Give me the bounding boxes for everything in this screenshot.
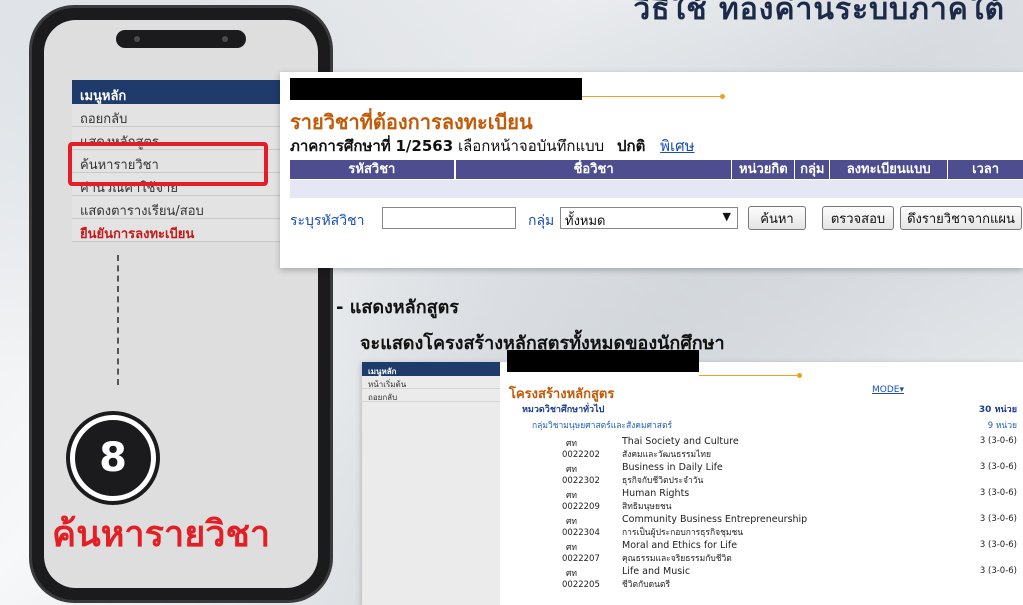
semester-line: ภาคการศึกษาที่ 1/2563 เลือกหน้าจอบันทึกแ… <box>290 134 695 158</box>
course-credit: 3 (3-0-6) <box>979 436 1017 446</box>
curriculum-menu-back[interactable]: ถอยกลับ <box>362 389 500 402</box>
course-name-th: คุณธรรมและจริยธรรมกับชีวิต <box>622 554 732 564</box>
curriculum-menu-title: เมนูหลัก <box>362 362 500 376</box>
search-button[interactable]: ค้นหา <box>748 206 806 230</box>
col-register-type: ลงทะเบียนแบบ <box>830 160 949 179</box>
menu-item-back[interactable]: ถอยกลับ <box>72 104 280 127</box>
course-name-th: ชีวิตกับดนตรี <box>622 580 671 590</box>
course-prefix: ศท <box>566 569 577 579</box>
orange-dot <box>720 94 725 99</box>
course-code: 0022202 <box>562 450 600 460</box>
group-label: กลุ่ม <box>528 213 555 229</box>
search-form: ระบุรหัสวิชา กลุ่ม ทั้งหมด ▼ ค้นหา ตรวจส… <box>290 206 1023 232</box>
registration-empty-row <box>290 180 1023 198</box>
course-code: 0022304 <box>562 528 600 538</box>
semester-value: 1/2563 <box>395 137 454 155</box>
course-name-en: Thai Society and Culture <box>622 436 739 447</box>
course-code: 0022302 <box>562 476 600 486</box>
section-title: - แสดงหลักสูตร <box>336 297 459 318</box>
mode-toggle[interactable]: MODE▾ <box>872 385 904 395</box>
col-course-code: รหัสวิชา <box>290 160 455 179</box>
course-credit: 3 (3-0-6) <box>979 488 1017 498</box>
registration-panel: รายวิชาที่ต้องการลงทะเบียน ภาคการศึกษาที… <box>280 72 1023 268</box>
curriculum-title: โครงสร้างหลักสูตร <box>509 387 615 402</box>
course-code: 0022207 <box>562 554 600 564</box>
step-caption: ค้นหารายวิชา <box>52 514 271 555</box>
course-name-th: สิทธิมนุษยชน <box>622 502 672 512</box>
course-name-th: การเป็นผู้ประกอบการธุรกิจชุมชน <box>622 528 744 538</box>
sensor-icon <box>222 36 228 42</box>
course-name-en: Life and Music <box>622 566 691 577</box>
col-credits: หน่วยกิต <box>732 160 796 179</box>
redaction-bar <box>290 78 582 100</box>
menu-item-show-schedule[interactable]: แสดงตารางเรียน/สอบ <box>72 196 280 219</box>
course-credit: 3 (3-0-6) <box>979 566 1017 576</box>
course-code: 0022205 <box>562 580 600 590</box>
course-row: ศท 0022207 Moral and Ethics for Life คุณธร… <box>562 540 1017 566</box>
group-units: 9 หน่วย <box>987 421 1017 431</box>
course-row: ศท 0022304 Community Business Entrepreneu… <box>562 514 1017 540</box>
phone-menu-title: เมนูหลัก <box>72 80 280 104</box>
category-units: 30 หน่วย <box>978 405 1017 415</box>
course-code-label: ระบุรหัสวิชา <box>290 213 365 229</box>
registration-table-header: รหัสวิชา ชื่อวิชา หน่วยกิต กลุ่ม ลงทะเบี… <box>290 160 1023 179</box>
course-name-th: สังคมและวัฒนธรรมไทย <box>622 450 711 460</box>
course-credit: 3 (3-0-6) <box>979 540 1017 550</box>
course-name-en: Community Business Entrepreneurship <box>622 514 808 525</box>
curriculum-panel: เมนูหลัก หน้าเริ่มต้น ถอยกลับ โครงสร้างห… <box>362 350 1023 605</box>
course-name-th: ธุรกิจกับชีวิตประจำวัน <box>622 476 704 486</box>
course-prefix: ศท <box>566 439 577 449</box>
group-select-value: ทั้งหมด <box>565 214 606 229</box>
course-credit: 3 (3-0-6) <box>979 462 1017 472</box>
course-name-en: Moral and Ethics for Life <box>622 540 738 551</box>
course-row: ศท 0022209 Human Rights สิทธิมนุษยชน 3 (3-… <box>562 488 1017 514</box>
course-prefix: ศท <box>566 543 577 553</box>
category-name: หมวดวิชาศึกษาทั่วไป <box>522 405 605 415</box>
mode-special-link[interactable]: พิเศษ <box>660 137 694 155</box>
orange-dot <box>797 373 802 378</box>
redaction-bar <box>507 350 699 372</box>
check-button[interactable]: ตรวจสอบ <box>822 206 894 230</box>
course-prefix: ศท <box>566 491 577 501</box>
step-number-badge: 8 <box>70 415 156 501</box>
mode-normal[interactable]: ปกติ <box>617 137 645 155</box>
course-row: ศท 0022205 Life and Music ชีวิตกับดนตรี 3 … <box>562 566 1017 592</box>
course-prefix: ศท <box>566 465 577 475</box>
pull-from-plan-button[interactable]: ดึงรายวิชาจากแผน <box>900 206 1022 230</box>
camera-icon <box>134 36 140 42</box>
col-time: เวลา <box>972 162 1000 177</box>
phone-notch <box>116 30 246 48</box>
course-row: ศท 0022202 Thai Society and Culture สังคมแ… <box>562 436 1017 462</box>
curriculum-menu-home[interactable]: หน้าเริ่มต้น <box>362 376 500 389</box>
course-prefix: ศท <box>566 517 577 527</box>
semester-prefix: ภาคการศึกษาที่ <box>290 137 391 155</box>
highlight-box <box>68 142 268 186</box>
menu-item-confirm-registration[interactable]: ยืนยันการลงทะเบียน <box>72 219 280 242</box>
orange-divider <box>699 375 799 376</box>
course-code: 0022209 <box>562 502 600 512</box>
chevron-down-icon: ▼ <box>722 210 731 223</box>
group-name: กลุ่มวิชามนุษยศาสตร์และสังคมศาสตร์ <box>532 421 673 431</box>
connector-line <box>117 255 119 385</box>
course-code-input[interactable] <box>382 207 516 229</box>
course-name-en: Human Rights <box>622 488 690 499</box>
course-row: ศท 0022302 Business in Daily Life ธุรกิจกั… <box>562 462 1017 488</box>
curriculum-sidebar: เมนูหลัก หน้าเริ่มต้น ถอยกลับ <box>362 362 500 605</box>
group-select[interactable]: ทั้งหมด ▼ <box>560 207 738 229</box>
course-credit: 3 (3-0-6) <box>979 514 1017 524</box>
page-title: วิธีใช้ ทองค่านระบบภาคใต้ <box>633 0 1005 27</box>
course-name-en: Business in Daily Life <box>622 462 723 473</box>
col-course-name: ชื่อวิชา <box>456 160 733 179</box>
orange-divider <box>582 96 722 97</box>
form-select-text: เลือกหน้าจอบันทึกแบบ <box>457 137 605 155</box>
col-group: กลุ่ม <box>795 160 831 179</box>
